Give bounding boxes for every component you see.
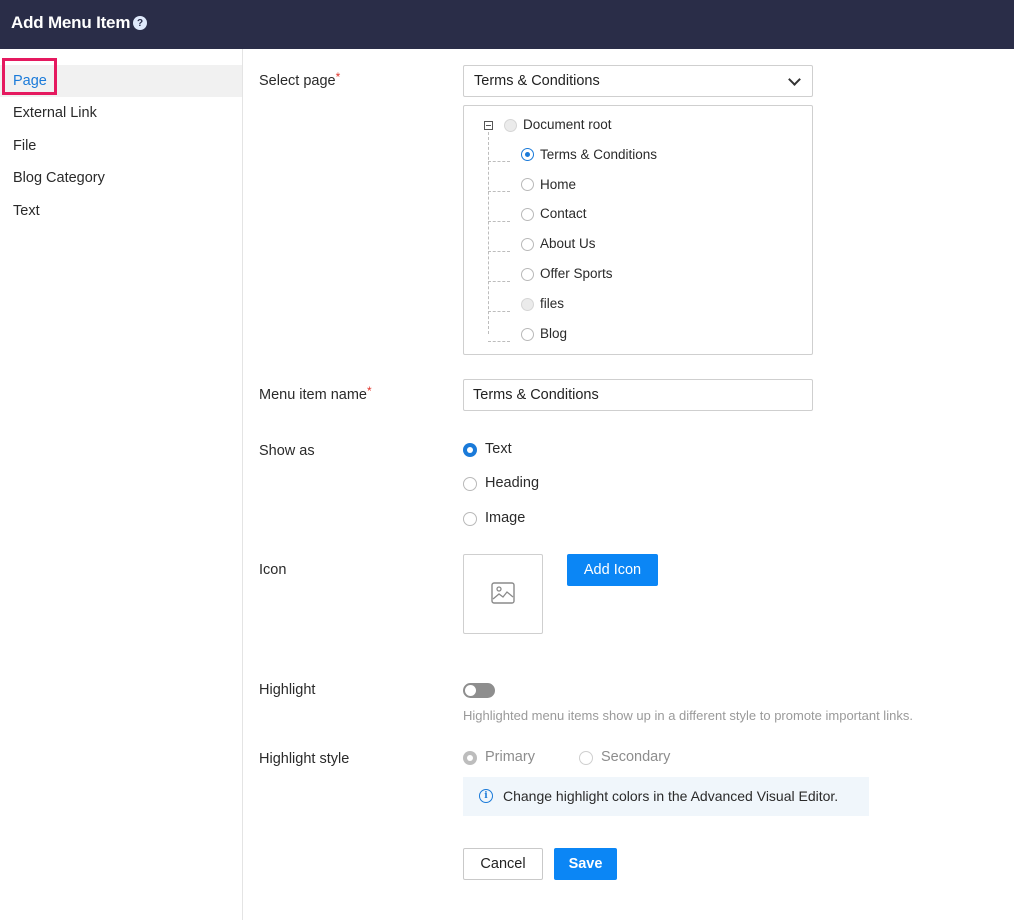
highlight-style-primary-radio	[463, 751, 477, 765]
tree-node-label[interactable]: Blog	[540, 326, 567, 341]
highlight-label: Highlight	[259, 682, 316, 698]
required-mark: *	[335, 70, 341, 84]
tree-node-radio-contact[interactable]	[521, 208, 534, 221]
tree-node-radio-about-us[interactable]	[521, 238, 534, 251]
tree-node-radio-offer-sports[interactable]	[521, 268, 534, 281]
menu-item-name-label: Menu item name*	[259, 384, 372, 403]
page-tree: Document root Terms & Conditions Home Co…	[463, 105, 813, 355]
tree-node-label[interactable]: Terms & Conditions	[540, 147, 657, 162]
chevron-down-icon	[788, 73, 801, 86]
sidebar-item-page[interactable]: Page	[0, 65, 242, 97]
tree-node-radio-blog[interactable]	[521, 328, 534, 341]
show-as-heading-radio[interactable]	[463, 477, 477, 491]
select-page-label: Select page*	[259, 70, 341, 89]
tree-connector	[488, 161, 510, 162]
sidebar-item-label: Blog Category	[13, 170, 105, 186]
sidebar: Page External Link File Blog Category Te…	[0, 49, 243, 920]
info-banner: i Change highlight colors in the Advance…	[463, 777, 869, 816]
sidebar-item-label: External Link	[13, 105, 97, 121]
show-as-image-label[interactable]: Image	[485, 510, 525, 526]
cancel-button[interactable]: Cancel	[463, 848, 543, 880]
tree-root-label: Document root	[523, 117, 612, 132]
show-as-label: Show as	[259, 443, 315, 459]
show-as-text-radio[interactable]	[463, 443, 477, 457]
tree-node-label[interactable]: Contact	[540, 206, 587, 221]
toggle-knob	[465, 685, 476, 696]
menu-item-name-label-text: Menu item name	[259, 387, 367, 403]
tree-node-label[interactable]: Offer Sports	[540, 266, 613, 281]
tree-connector	[488, 251, 510, 252]
highlight-style-secondary-radio	[579, 751, 593, 765]
select-page-label-text: Select page	[259, 73, 336, 89]
menu-item-name-input[interactable]	[463, 379, 813, 411]
info-text: Change highlight colors in the Advanced …	[503, 788, 839, 804]
help-icon[interactable]: ?	[133, 16, 147, 30]
page-title: Add Menu Item	[11, 13, 131, 32]
tree-node-label[interactable]: About Us	[540, 236, 596, 251]
add-icon-button[interactable]: Add Icon	[567, 554, 658, 586]
sidebar-item-external-link[interactable]: External Link	[0, 97, 242, 129]
show-as-heading-label[interactable]: Heading	[485, 475, 539, 491]
image-icon	[491, 582, 515, 604]
show-as-text-label[interactable]: Text	[485, 441, 512, 457]
save-button[interactable]: Save	[554, 848, 617, 880]
sidebar-item-text[interactable]: Text	[0, 195, 242, 227]
tree-connector	[488, 341, 510, 342]
sidebar-item-label: File	[13, 138, 37, 154]
select-page-dropdown[interactable]: Terms & Conditions	[463, 65, 813, 97]
tree-connector	[488, 132, 489, 334]
show-as-image-radio[interactable]	[463, 512, 477, 526]
tree-connector	[488, 191, 510, 192]
info-icon: i	[479, 789, 493, 803]
tree-connector	[488, 281, 510, 282]
sidebar-item-label: Text	[13, 203, 40, 219]
tree-connector	[488, 311, 510, 312]
icon-preview[interactable]	[463, 554, 543, 634]
select-page-value: Terms & Conditions	[474, 73, 600, 89]
sidebar-item-blog-category[interactable]: Blog Category	[0, 162, 242, 194]
highlight-style-secondary-label: Secondary	[601, 749, 671, 765]
highlight-style-primary-label: Primary	[485, 749, 535, 765]
tree-node-label[interactable]: Home	[540, 177, 576, 192]
highlight-toggle[interactable]	[463, 683, 495, 698]
tree-node-radio-terms[interactable]	[521, 148, 534, 161]
collapse-icon[interactable]	[484, 121, 493, 130]
tree-connector	[488, 221, 510, 222]
tree-node-radio-home[interactable]	[521, 178, 534, 191]
tree-node-radio-files	[521, 298, 534, 311]
highlight-style-label: Highlight style	[259, 751, 350, 767]
tree-node-label: files	[540, 296, 565, 311]
highlight-hint: Highlighted menu items show up in a diff…	[463, 708, 913, 723]
required-mark: *	[367, 384, 372, 398]
sidebar-item-label: Page	[13, 73, 47, 89]
icon-label: Icon	[259, 562, 287, 578]
tree-root-radio	[504, 119, 517, 132]
app-header: Add Menu Item ?	[0, 0, 1014, 49]
sidebar-item-file[interactable]: File	[0, 130, 242, 162]
